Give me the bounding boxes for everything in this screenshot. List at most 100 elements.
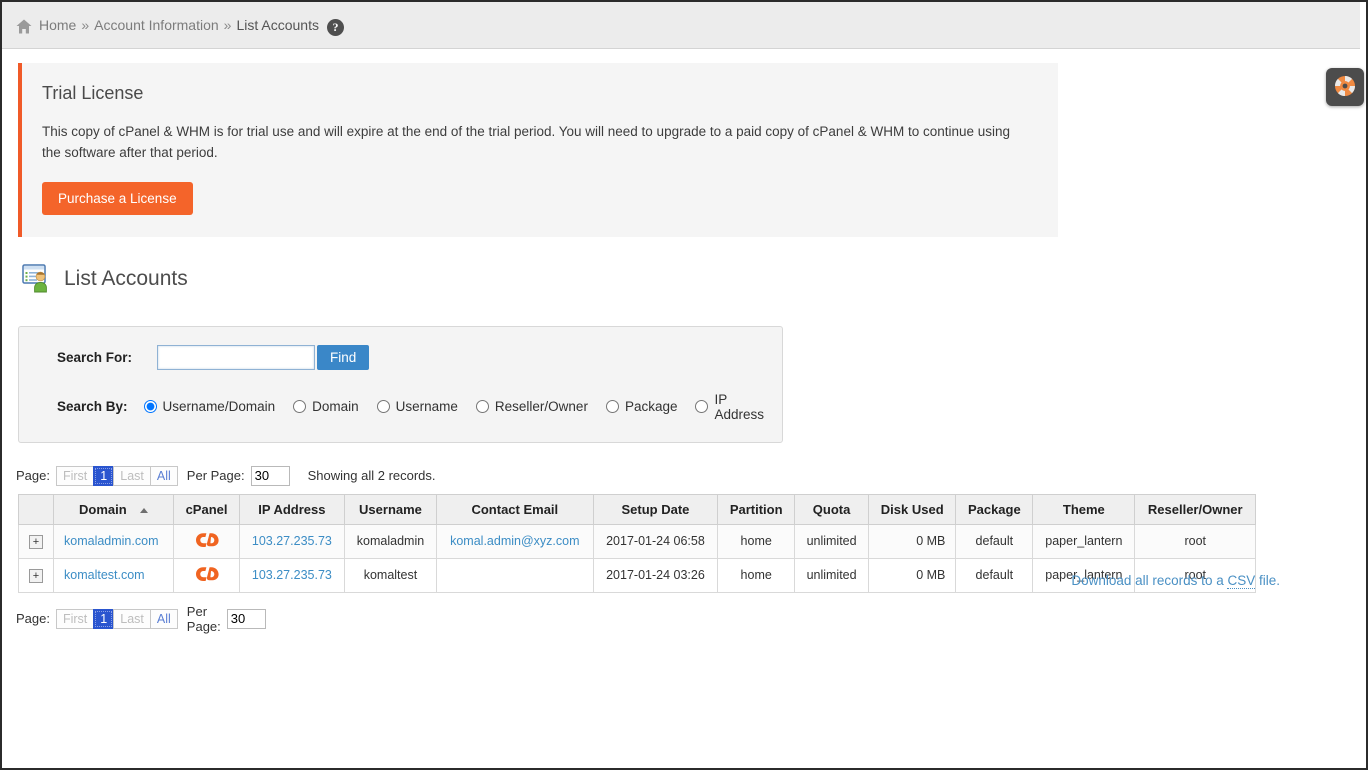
row-expand-cell: + — [19, 558, 54, 592]
download-csv-link[interactable]: Download all records to a CSV file. — [1071, 573, 1280, 588]
per-page-input[interactable] — [227, 609, 266, 629]
breadcrumb-item-account-information[interactable]: Account Information — [94, 17, 219, 33]
search-by-radio-group: Username/Domain Domain Username Reseller… — [144, 392, 782, 422]
search-panel: Search For: Find Search By: Username/Dom… — [18, 326, 783, 443]
cell-domain: komaladmin.com — [54, 524, 174, 558]
page-heading: List Accounts — [22, 263, 1366, 296]
radio-label-package: Package — [625, 399, 678, 414]
cell-contact-email — [437, 558, 594, 592]
csv-link-suffix: file. — [1255, 573, 1280, 588]
sort-ascending-icon — [140, 508, 148, 513]
radio-input-domain[interactable] — [293, 400, 306, 413]
per-page-label: Per Page: — [187, 468, 245, 483]
notice-body: This copy of cPanel & WHM is for trial u… — [42, 122, 1017, 164]
table-header-row: Domain cPanel IP Address Username Contac… — [19, 494, 1256, 524]
purchase-license-button[interactable]: Purchase a License — [42, 182, 193, 215]
cell-domain: komaltest.com — [54, 558, 174, 592]
cell-ip-address: 103.27.235.73 — [239, 524, 344, 558]
pager-all-button[interactable]: All — [150, 609, 178, 629]
cpanel-logo-icon[interactable] — [194, 574, 220, 588]
cell-cpanel — [174, 558, 240, 592]
radio-input-ip-address[interactable] — [695, 400, 708, 413]
radio-reseller-owner[interactable]: Reseller/Owner — [476, 399, 588, 414]
breadcrumb-bar: Home » Account Information » List Accoun… — [2, 2, 1360, 49]
radio-domain[interactable]: Domain — [293, 399, 359, 414]
list-accounts-icon — [22, 263, 52, 296]
find-button[interactable]: Find — [317, 345, 369, 370]
cell-quota: unlimited — [795, 524, 869, 558]
radio-package[interactable]: Package — [606, 399, 678, 414]
cell-package: default — [956, 524, 1033, 558]
column-header-disk-used[interactable]: Disk Used — [869, 494, 956, 524]
accounts-table: Domain cPanel IP Address Username Contac… — [18, 494, 1256, 593]
pager-first-button[interactable]: First — [56, 466, 94, 486]
page-title: List Accounts — [64, 267, 188, 291]
column-header-theme[interactable]: Theme — [1033, 494, 1135, 524]
breadcrumb-separator: » — [81, 17, 89, 33]
showing-records-text: Showing all 2 records. — [308, 468, 436, 483]
pager-last-button[interactable]: Last — [113, 609, 151, 629]
csv-abbreviation: CSV — [1227, 573, 1255, 589]
contact-email-link[interactable]: komal.admin@xyz.com — [450, 534, 579, 548]
domain-link[interactable]: komaladmin.com — [64, 534, 158, 548]
breadcrumb-item-list-accounts: List Accounts — [236, 17, 319, 33]
cell-quota: unlimited — [795, 558, 869, 592]
table-row: + komaltest.com 103.27.235.73 k — [19, 558, 1256, 592]
expand-row-icon[interactable]: + — [29, 535, 43, 549]
domain-link[interactable]: komaltest.com — [64, 568, 145, 582]
column-header-partition[interactable]: Partition — [718, 494, 795, 524]
column-label-domain: Domain — [79, 502, 127, 517]
main-content: Trial License This copy of cPanel & WHM … — [2, 63, 1366, 634]
radio-label-reseller-owner: Reseller/Owner — [495, 399, 588, 414]
radio-ip-address[interactable]: IP Address — [695, 392, 764, 422]
cell-ip-address: 103.27.235.73 — [239, 558, 344, 592]
radio-label-username: Username — [396, 399, 458, 414]
column-header-domain[interactable]: Domain — [54, 494, 174, 524]
csv-link-prefix: Download all records to a — [1071, 573, 1227, 588]
pager-first-button[interactable]: First — [56, 609, 94, 629]
pager-page-1-button[interactable]: 1 — [93, 466, 114, 486]
cell-contact-email: komal.admin@xyz.com — [437, 524, 594, 558]
per-page-input[interactable] — [251, 466, 290, 486]
radio-input-package[interactable] — [606, 400, 619, 413]
search-input[interactable] — [157, 345, 315, 370]
ip-address-link[interactable]: 103.27.235.73 — [252, 534, 332, 548]
pager-all-button[interactable]: All — [150, 466, 178, 486]
support-button[interactable] — [1326, 68, 1364, 106]
life-preserver-icon — [1334, 75, 1356, 100]
cell-theme: paper_lantern — [1033, 524, 1135, 558]
ip-address-link[interactable]: 103.27.235.73 — [252, 568, 332, 582]
trial-license-notice: Trial License This copy of cPanel & WHM … — [18, 63, 1058, 237]
pager-top: Page: First 1 Last All Per Page: Showing… — [16, 466, 1366, 486]
breadcrumb-item-home[interactable]: Home — [39, 17, 76, 33]
pager-bottom: Page: First 1 Last All Per Page: — [16, 604, 266, 634]
cell-username: komaltest — [344, 558, 436, 592]
cell-setup-date: 2017-01-24 03:26 — [593, 558, 718, 592]
pager-last-button[interactable]: Last — [113, 466, 151, 486]
column-header-cpanel[interactable]: cPanel — [174, 494, 240, 524]
radio-input-reseller-owner[interactable] — [476, 400, 489, 413]
per-page-label: Per Page: — [187, 604, 221, 634]
column-header-ip-address[interactable]: IP Address — [239, 494, 344, 524]
radio-input-username-domain[interactable] — [144, 400, 157, 413]
radio-username-domain[interactable]: Username/Domain — [144, 399, 276, 414]
radio-label-domain: Domain — [312, 399, 359, 414]
expand-row-icon[interactable]: + — [29, 569, 43, 583]
cpanel-logo-icon[interactable] — [194, 540, 220, 554]
column-header-package[interactable]: Package — [956, 494, 1033, 524]
column-header-reseller-owner[interactable]: Reseller/Owner — [1135, 494, 1256, 524]
radio-username[interactable]: Username — [377, 399, 458, 414]
column-header-setup-date[interactable]: Setup Date — [593, 494, 718, 524]
cell-disk-used: 0 MB — [869, 558, 956, 592]
help-icon[interactable]: ? — [327, 19, 344, 36]
column-header-username[interactable]: Username — [344, 494, 436, 524]
cell-setup-date: 2017-01-24 06:58 — [593, 524, 718, 558]
pager-page-1-button[interactable]: 1 — [93, 609, 114, 629]
radio-input-username[interactable] — [377, 400, 390, 413]
radio-label-ip-address: IP Address — [714, 392, 764, 422]
search-by-row: Search By: Username/Domain Domain Userna… — [19, 392, 782, 422]
column-header-quota[interactable]: Quota — [795, 494, 869, 524]
home-icon — [16, 19, 32, 34]
column-header-contact-email[interactable]: Contact Email — [437, 494, 594, 524]
row-expand-cell: + — [19, 524, 54, 558]
